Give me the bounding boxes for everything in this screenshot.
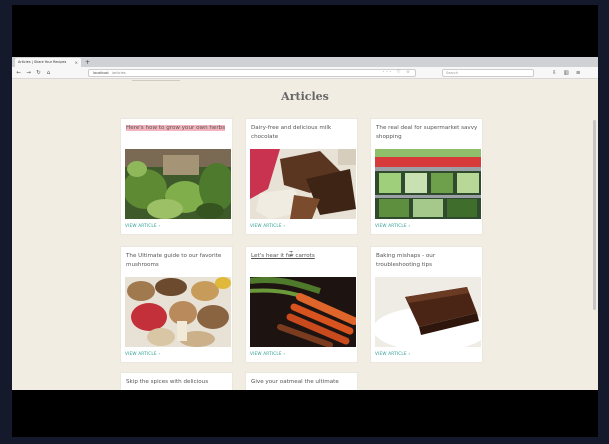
- article-card-mushrooms[interactable]: The Ultimate guide to our favorite mushr…: [120, 246, 233, 363]
- reload-icon[interactable]: ↻: [36, 70, 41, 76]
- article-card-carrots[interactable]: Let's hear it for carrots VIEW ARTICLE ›: [245, 246, 358, 363]
- search-input[interactable]: Search: [442, 69, 534, 77]
- downloads-icon[interactable]: ⇩: [552, 68, 557, 78]
- url-host: localhost: [93, 71, 109, 75]
- article-card-baking[interactable]: Baking mishaps - our troubleshooting tip…: [370, 246, 483, 363]
- url-path: /articles: [111, 71, 126, 75]
- browser-tab[interactable]: Articles | Share Your Recipes ×: [15, 57, 81, 67]
- page-title: Articles: [281, 90, 329, 103]
- article-title[interactable]: Here's how to grow your own herbs: [126, 124, 230, 133]
- brownie-photo[interactable]: [375, 277, 481, 347]
- supermarket-photo[interactable]: [375, 149, 481, 219]
- article-title[interactable]: The real deal for supermarket savvy shop…: [376, 124, 480, 141]
- browser-window: Articles | Share Your Recipes × + ← → ↻ …: [12, 57, 598, 390]
- view-article-link[interactable]: VIEW ARTICLE ›: [250, 351, 285, 356]
- video-player: Articles | Share Your Recipes × + ← → ↻ …: [12, 5, 598, 437]
- close-tab-icon[interactable]: ×: [75, 60, 78, 65]
- article-card-herbs[interactable]: Here's how to grow your own herbs VIEW A…: [120, 118, 233, 235]
- view-article-link[interactable]: VIEW ARTICLE ›: [375, 351, 410, 356]
- article-card-supermarket[interactable]: The real deal for supermarket savvy shop…: [370, 118, 483, 235]
- divider: [132, 80, 180, 81]
- view-article-link[interactable]: VIEW ARTICLE ›: [375, 223, 410, 228]
- article-title[interactable]: Skip the spices with delicious: [126, 378, 230, 387]
- page-content: Articles Here's how to grow your own her…: [12, 80, 598, 390]
- article-card-chocolate[interactable]: Dairy-free and delicious milk chocolate: [245, 118, 358, 235]
- forward-icon[interactable]: →: [26, 70, 31, 76]
- view-article-link[interactable]: VIEW ARTICLE ›: [125, 223, 160, 228]
- article-title[interactable]: Give your oatmeal the ultimate: [251, 378, 355, 387]
- carrots-photo[interactable]: [250, 277, 356, 347]
- back-icon[interactable]: ←: [16, 70, 21, 76]
- navigation-bar: ← → ↻ ⌂ localhost /articles ··· ♡ ☆ Sear…: [12, 67, 598, 79]
- herbs-photo[interactable]: [125, 149, 231, 219]
- article-title[interactable]: Baking mishaps - our troubleshooting tip…: [376, 252, 480, 269]
- new-tab-button[interactable]: +: [85, 58, 90, 67]
- menu-icon[interactable]: ≡: [576, 68, 581, 78]
- library-icon[interactable]: ▥: [564, 68, 569, 78]
- article-title[interactable]: The Ultimate guide to our favorite mushr…: [126, 252, 230, 269]
- video-frame: Articles | Share Your Recipes × + ← → ↻ …: [0, 0, 609, 444]
- scrollbar[interactable]: [593, 120, 596, 310]
- mouse-cursor-icon: ⌶: [289, 250, 294, 258]
- search-placeholder: Search: [446, 71, 459, 75]
- mushrooms-photo[interactable]: [125, 277, 231, 347]
- home-icon[interactable]: ⌂: [46, 70, 51, 76]
- view-article-link[interactable]: VIEW ARTICLE ›: [125, 351, 160, 356]
- address-bar[interactable]: localhost /articles ··· ♡ ☆: [88, 69, 416, 77]
- article-card-spices[interactable]: Skip the spices with delicious: [120, 372, 233, 390]
- article-title[interactable]: Let's hear it for carrots: [251, 252, 355, 261]
- page-actions-icon[interactable]: ··· ♡ ☆: [383, 70, 412, 76]
- toolbar-right: ⇩ ▥ ≡: [552, 68, 580, 78]
- article-title-text: Here's how to grow your own herbs: [126, 125, 226, 131]
- tab-bar: Articles | Share Your Recipes × +: [12, 57, 598, 67]
- article-card-oatmeal[interactable]: Give your oatmeal the ultimate: [245, 372, 358, 390]
- chocolate-photo[interactable]: [250, 149, 356, 219]
- article-title[interactable]: Dairy-free and delicious milk chocolate: [251, 124, 355, 141]
- view-article-link[interactable]: VIEW ARTICLE ›: [250, 223, 285, 228]
- tab-title: Articles | Share Your Recipes: [18, 60, 67, 64]
